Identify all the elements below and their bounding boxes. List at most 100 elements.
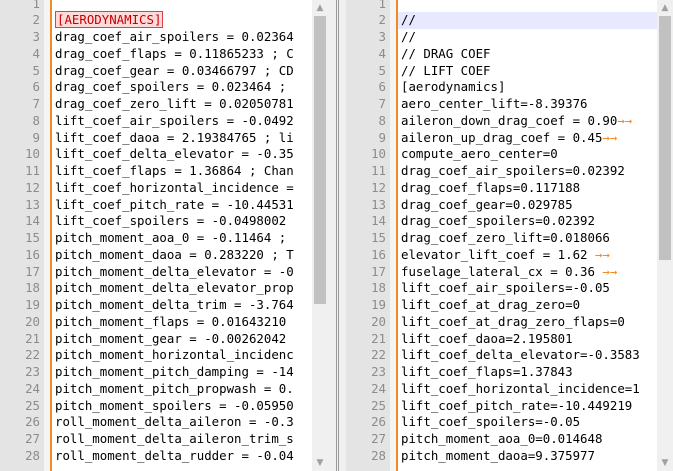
code-line[interactable]: 11 lift_coef_flaps = 1.36864 ; Chan — [0, 163, 328, 180]
code-line[interactable]: 3 drag_coef_air_spoilers = 0.02364 — [0, 29, 328, 46]
line-text[interactable]: pitch_moment_aoa_0 = -0.11464 ; — [55, 230, 286, 247]
line-text[interactable]: pitch_moment_delta_elevator = -0 — [55, 264, 294, 281]
code-line[interactable]: 10 compute_aero_center=0 — [346, 146, 673, 163]
code-line[interactable]: 9 aileron_up_drag_coef = 0.45→→ — [346, 130, 673, 147]
scrollbar-thumb[interactable] — [659, 16, 671, 260]
code-line[interactable]: 25 lift_coef_pitch_rate=-10.449219 — [346, 398, 673, 415]
line-text[interactable]: pitch_moment_flaps = 0.01643210 — [55, 314, 286, 331]
line-text[interactable]: pitch_moment_pitch_propwash = 0. — [55, 381, 294, 398]
line-text[interactable]: drag_coef_zero_lift=0.018066 — [401, 230, 610, 247]
code-line[interactable]: 4 drag_coef_flaps = 0.11865233 ; C — [0, 46, 328, 63]
code-line[interactable]: 28 roll_moment_delta_rudder = -0.04 — [0, 448, 328, 465]
line-text[interactable]: drag_coef_spoilers=0.02392 — [401, 213, 595, 230]
right-vertical-scrollbar[interactable]: ▲ ▼ — [657, 0, 673, 471]
code-line[interactable]: 21 pitch_moment_gear = -0.00262042 — [0, 331, 328, 348]
line-text[interactable]: roll_moment_delta_aileron = -0.3 — [55, 414, 294, 431]
line-text[interactable]: lift_coef_air_spoilers=-0.05 — [401, 280, 610, 297]
code-line[interactable]: 7 drag_coef_zero_lift = 0.02050781 — [0, 96, 328, 113]
line-text[interactable]: pitch_moment_horizontal_incidenc — [55, 347, 294, 364]
down-arrow-icon[interactable]: ▼ — [312, 455, 328, 471]
code-line[interactable]: 6 drag_coef_spoilers = 0.023464 ; — [0, 79, 328, 96]
code-line[interactable]: 12 lift_coef_horizontal_incidence = — [0, 180, 328, 197]
code-line[interactable]: 15 pitch_moment_aoa_0 = -0.11464 ; — [0, 230, 328, 247]
line-text[interactable]: drag_coef_flaps = 0.11865233 ; C — [55, 46, 294, 63]
line-text[interactable]: lift_coef_pitch_rate=-10.449219 — [401, 398, 632, 415]
line-text[interactable]: lift_coef_flaps=1.37843 — [401, 364, 573, 381]
line-text[interactable]: pitch_moment_delta_trim = -3.764 — [55, 297, 294, 314]
line-text[interactable]: lift_coef_horizontal_incidence = — [55, 180, 294, 197]
code-line[interactable]: 19 lift_coef_at_drag_zero=0 — [346, 297, 673, 314]
line-text[interactable]: pitch_moment_daoa = 0.283220 ; T — [55, 247, 294, 264]
line-text[interactable]: drag_coef_zero_lift = 0.02050781 — [55, 96, 294, 113]
line-text[interactable]: lift_coef_delta_elevator=-0.3583 — [401, 347, 640, 364]
code-line[interactable]: 24 pitch_moment_pitch_propwash = 0. — [0, 381, 328, 398]
right-editor-pane[interactable]: 1 2 // 3 // 4 // DRAG COEF 5 // LIFT COEF 6 [aerod… — [346, 0, 673, 471]
code-line[interactable]: 1 — [0, 0, 328, 12]
code-line[interactable]: 7 aero_center_lift=-8.39376 — [346, 96, 673, 113]
code-line[interactable]: 4 // DRAG COEF — [346, 46, 673, 63]
code-line[interactable]: 19 pitch_moment_delta_trim = -3.764 — [0, 297, 328, 314]
code-line[interactable]: 20 pitch_moment_flaps = 0.01643210 — [0, 314, 328, 331]
line-text[interactable]: aileron_up_drag_coef = 0.45→→ — [401, 130, 617, 147]
line-text[interactable]: aileron_down_drag_coef = 0.90→→ — [401, 113, 632, 130]
down-arrow-icon[interactable]: ▼ — [657, 455, 673, 471]
pane-splitter[interactable] — [328, 0, 346, 471]
line-text[interactable]: roll_moment_delta_rudder = -0.04 — [55, 448, 294, 465]
left-vertical-scrollbar[interactable]: ▲ ▼ — [312, 0, 328, 471]
code-line[interactable]: 22 lift_coef_delta_elevator=-0.3583 — [346, 347, 673, 364]
line-text[interactable]: lift_coef_daoa = 2.19384765 ; li — [55, 130, 294, 147]
up-arrow-icon[interactable]: ▲ — [657, 0, 673, 16]
code-line[interactable]: 20 lift_coef_at_drag_zero_flaps=0 — [346, 314, 673, 331]
left-editor-pane[interactable]: 1 2 [AERODYNAMICS] 3 drag_coef_air_spoilers … — [0, 0, 328, 471]
line-text[interactable]: pitch_moment_gear = -0.00262042 — [55, 331, 286, 348]
line-text[interactable]: lift_coef_horizontal_incidence=1 — [401, 381, 640, 398]
code-line[interactable]: 1 — [346, 0, 673, 12]
line-text[interactable]: lift_coef_at_drag_zero_flaps=0 — [401, 314, 625, 331]
line-text[interactable]: aero_center_lift=-8.39376 — [401, 96, 588, 113]
code-line[interactable]: 12 drag_coef_flaps=0.117188 — [346, 180, 673, 197]
line-text[interactable]: pitch_moment_spoilers = -0.05950 — [55, 398, 294, 415]
line-text[interactable]: lift_coef_spoilers = -0.0498002 — [55, 213, 286, 230]
line-text[interactable]: // — [401, 12, 416, 29]
code-line[interactable]: 10 lift_coef_delta_elevator = -0.35 — [0, 146, 328, 163]
line-text[interactable]: lift_coef_flaps = 1.36864 ; Chan — [55, 163, 294, 180]
line-text[interactable]: // LIFT COEF — [401, 63, 491, 80]
line-text[interactable]: // DRAG COEF — [401, 46, 491, 63]
line-text[interactable]: [AERODYNAMICS] — [55, 11, 164, 29]
code-line[interactable]: 8 lift_coef_air_spoilers = -0.0492 — [0, 113, 328, 130]
code-line[interactable]: 14 lift_coef_spoilers = -0.0498002 — [0, 213, 328, 230]
line-text[interactable]: lift_coef_spoilers=-0.05 — [401, 414, 580, 431]
code-line[interactable]: 16 elevator_lift_coef = 1.62 →→ — [346, 247, 673, 264]
code-line[interactable]: 21 lift_coef_daoa=2.195801 — [346, 331, 673, 348]
code-line[interactable]: 11 drag_coef_air_spoilers=0.02392 — [346, 163, 673, 180]
scrollbar-thumb[interactable] — [314, 16, 326, 304]
line-text[interactable]: lift_coef_air_spoilers = -0.0492 — [55, 113, 294, 130]
code-line[interactable]: 13 drag_coef_gear=0.029785 — [346, 197, 673, 214]
line-text[interactable]: pitch_moment_pitch_damping = -14 — [55, 364, 294, 381]
line-text[interactable]: pitch_moment_aoa_0=0.014648 — [401, 431, 602, 448]
code-lines[interactable]: 1 2 [AERODYNAMICS] 3 drag_coef_air_spoilers … — [0, 0, 328, 465]
line-text[interactable]: drag_coef_flaps=0.117188 — [401, 180, 580, 197]
line-text[interactable]: drag_coef_air_spoilers=0.02392 — [401, 163, 625, 180]
line-text[interactable]: lift_coef_delta_elevator = -0.35 — [55, 146, 294, 163]
line-text[interactable]: lift_coef_pitch_rate = -10.44531 — [55, 197, 294, 214]
line-text[interactable]: roll_moment_delta_aileron_trim_s — [55, 431, 294, 448]
code-line[interactable]: 8 aileron_down_drag_coef = 0.90→→ — [346, 113, 673, 130]
code-line[interactable]: 14 drag_coef_spoilers=0.02392 — [346, 213, 673, 230]
code-line[interactable]: 17 fuselage_lateral_cx = 0.36 →→ — [346, 264, 673, 281]
code-lines[interactable]: 1 2 // 3 // 4 // DRAG COEF 5 // LIFT COEF 6 [aerod… — [346, 0, 673, 465]
line-text[interactable]: drag_coef_spoilers = 0.023464 ; — [55, 79, 286, 96]
code-line[interactable]: 9 lift_coef_daoa = 2.19384765 ; li — [0, 130, 328, 147]
line-text[interactable]: fuselage_lateral_cx = 0.36 →→ — [401, 264, 617, 281]
code-line[interactable]: 26 roll_moment_delta_aileron = -0.3 — [0, 414, 328, 431]
code-line[interactable]: 23 pitch_moment_pitch_damping = -14 — [0, 364, 328, 381]
line-text[interactable]: drag_coef_gear = 0.03466797 ; CD — [55, 63, 294, 80]
code-line[interactable]: 24 lift_coef_horizontal_incidence=1 — [346, 381, 673, 398]
line-text[interactable]: elevator_lift_coef = 1.62 →→ — [401, 247, 610, 264]
line-text[interactable]: [aerodynamics] — [401, 79, 505, 96]
code-line[interactable]: 3 // — [346, 29, 673, 46]
code-line[interactable]: 17 pitch_moment_delta_elevator = -0 — [0, 264, 328, 281]
line-text[interactable]: lift_coef_daoa=2.195801 — [401, 331, 573, 348]
code-line[interactable]: 2 [AERODYNAMICS] — [0, 11, 328, 29]
code-line[interactable]: 15 drag_coef_zero_lift=0.018066 — [346, 230, 673, 247]
